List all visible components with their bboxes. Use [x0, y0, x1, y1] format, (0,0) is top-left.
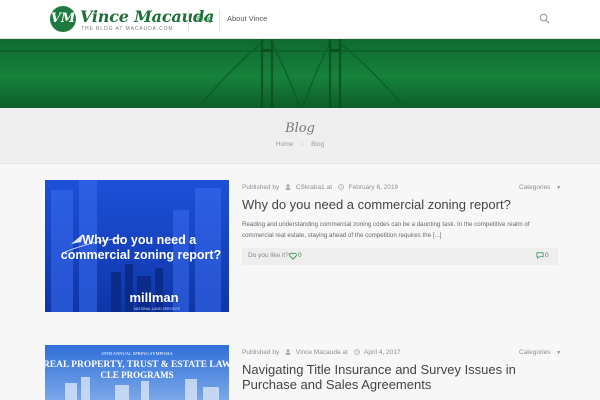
chevron-down-icon: ▼: [556, 185, 562, 191]
nav-divider: [188, 10, 189, 32]
post-thumbnail[interactable]: Why do you need a commercial zoning repo…: [45, 180, 229, 312]
post-image-zoning: Why do you need a commercial zoning repo…: [45, 180, 229, 312]
clock-icon: [337, 184, 344, 191]
post-title[interactable]: Navigating Title Insurance and Survey Is…: [242, 362, 562, 392]
meta-prefix: Published by: [242, 349, 280, 356]
site-header: VM Vince Macauda THE BLOG AT MACAUDA.COM…: [0, 0, 600, 39]
bridge-illustration: [0, 39, 600, 108]
logo-tagline: THE BLOG AT MACAUDA.COM: [81, 26, 174, 32]
logo-name: Vince Macauda: [80, 7, 215, 26]
categories-label: Categories: [519, 184, 551, 191]
meta-at: at: [326, 184, 332, 191]
image-brand-sub: NATIONAL LAND SERVICES: [134, 307, 181, 311]
chevron-down-icon: ▼: [556, 350, 562, 356]
post-date[interactable]: February 6, 2019: [349, 184, 399, 191]
breadcrumb-current: Blog: [311, 141, 325, 148]
search-icon[interactable]: [539, 13, 550, 24]
post-excerpt: Reading and understanding commercial zon…: [242, 221, 530, 239]
post-title[interactable]: Why do you need a commercial zoning repo…: [242, 197, 562, 212]
hero-banner: [0, 39, 600, 108]
breadcrumb-separator: ›: [301, 141, 304, 148]
breadcrumb-home[interactable]: Home: [276, 141, 293, 148]
site-logo[interactable]: VM Vince Macauda THE BLOG AT MACAUDA.COM: [50, 6, 214, 34]
page-title: Blog: [285, 121, 315, 136]
meta-at: at: [342, 349, 348, 356]
page-header: Blog: [0, 108, 600, 164]
post-date[interactable]: April 4, 2017: [364, 349, 401, 356]
clock-icon: [353, 349, 360, 356]
post-actions-bar: Do you like it? 0 0: [242, 248, 558, 265]
categories-dropdown[interactable]: Categories ▼: [519, 349, 561, 356]
nav-item-about-vince[interactable]: About Vince: [227, 14, 267, 23]
heart-icon[interactable]: [289, 252, 297, 260]
post-meta: Published by Vince Macauda at April 4, 2…: [242, 349, 401, 356]
post-meta: Published by CSkraba1 at February 6, 201…: [242, 184, 398, 191]
post-author[interactable]: CSkraba1: [296, 184, 325, 191]
like-prompt: Do you like it?: [248, 252, 289, 259]
breadcrumb: Home › Blog: [0, 141, 600, 148]
categories-dropdown[interactable]: Categories ▼: [519, 184, 561, 191]
logo-mark: VM: [50, 6, 76, 32]
comment-icon[interactable]: [536, 252, 544, 259]
like-count: 0: [298, 252, 302, 259]
image-brand: millman: [129, 290, 178, 305]
image-line-2: CLE PROGRAMS: [100, 370, 173, 380]
image-headline: Why do you need a commercial zoning repo…: [61, 233, 221, 262]
comment-count[interactable]: 0: [545, 252, 549, 259]
post-image-symposia: 29TH ANNUAL SPRING SYMPOSIA REAL PROPERT…: [45, 345, 229, 400]
image-line-1: REAL PROPERTY, TRUST & ESTATE LAW: [45, 360, 229, 370]
meta-prefix: Published by: [242, 184, 280, 191]
nav-item-blog[interactable]: Blog: [197, 14, 212, 23]
author-icon: [285, 184, 291, 191]
post-author[interactable]: Vince Macauda: [296, 349, 341, 356]
nav-divider: [219, 10, 220, 32]
post-thumbnail[interactable]: 29TH ANNUAL SPRING SYMPOSIA REAL PROPERT…: [45, 345, 229, 400]
image-kicker: 29TH ANNUAL SPRING SYMPOSIA: [101, 351, 173, 356]
categories-label: Categories: [519, 349, 551, 356]
author-icon: [285, 349, 291, 356]
